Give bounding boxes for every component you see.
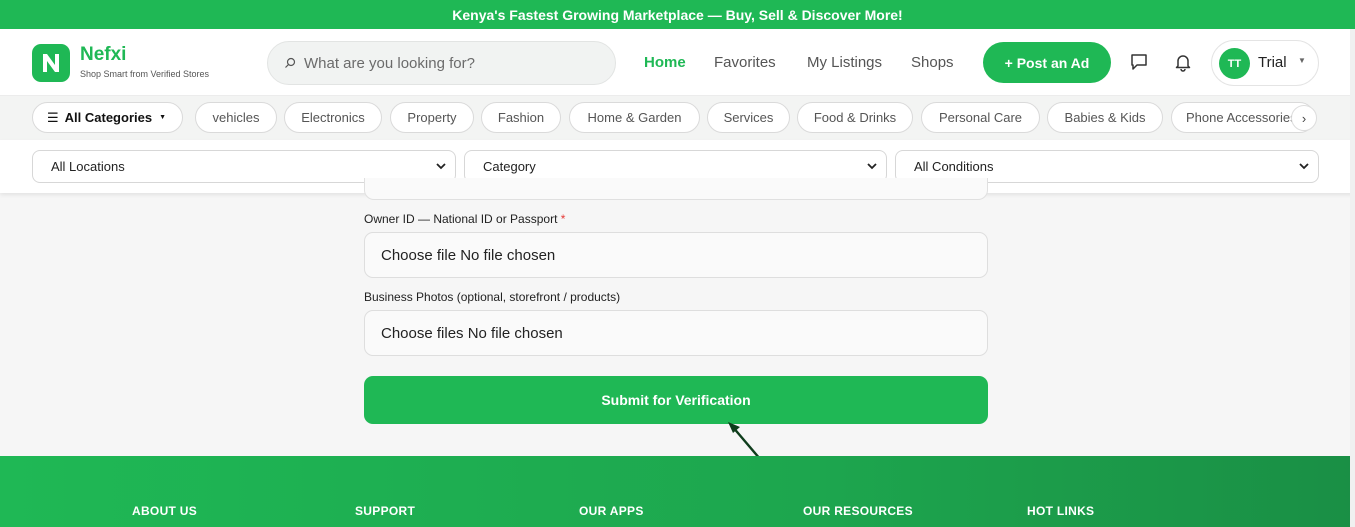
required-marker: * — [560, 212, 566, 226]
previous-field[interactable] — [364, 178, 988, 200]
menu-icon: ☰ — [47, 109, 59, 125]
footer-our-apps: OUR APPS — [579, 504, 644, 518]
owner-id-label-text: Owner ID — National ID or Passport — [364, 212, 558, 226]
chat-icon[interactable] — [1129, 52, 1149, 72]
category-bar: ☰ All Categories ▼ vehicles Electronics … — [0, 96, 1355, 140]
footer-about-us: ABOUT US — [132, 504, 198, 518]
category-pill[interactable]: Food & Drinks — [797, 102, 913, 133]
category-pill[interactable]: vehicles — [195, 102, 277, 133]
business-photos-label: Business Photos (optional, storefront / … — [364, 290, 621, 304]
nav-shops[interactable]: Shops — [911, 54, 954, 71]
all-categories-label: All Categories — [64, 110, 153, 125]
category-pill[interactable]: Property — [390, 102, 474, 133]
search-icon — [285, 57, 296, 68]
chevron-down-icon — [1299, 163, 1309, 170]
bell-icon[interactable] — [1173, 52, 1193, 72]
site-header: Nefxi Shop Smart from Verified Stores Ho… — [0, 29, 1355, 96]
avatar: TT — [1219, 48, 1250, 79]
condition-select-value: All Conditions — [914, 159, 994, 174]
post-ad-button[interactable]: + Post an Ad — [983, 42, 1111, 83]
promo-banner: Kenya's Fastest Growing Marketplace — Bu… — [0, 0, 1355, 29]
nav-favorites[interactable]: Favorites — [714, 54, 776, 71]
caret-down-icon: ▼ — [159, 114, 167, 121]
category-pill[interactable]: Fashion — [481, 102, 561, 133]
site-footer: ABOUT US SUPPORT OUR APPS OUR RESOURCES … — [0, 456, 1355, 527]
scroll-right-icon[interactable]: › — [1291, 105, 1317, 131]
business-photos-file-input[interactable]: Choose files No file chosen — [364, 310, 988, 356]
category-pill[interactable]: Electronics — [284, 102, 382, 133]
category-pill[interactable]: Babies & Kids — [1047, 102, 1163, 133]
nav-home[interactable]: Home — [644, 54, 686, 71]
user-name: Trial — [1258, 54, 1287, 71]
search-input[interactable] — [304, 54, 594, 72]
caret-down-icon: ▼ — [1298, 56, 1306, 65]
footer-our-resources: OUR RESOURCES — [803, 504, 913, 518]
footer-support: SUPPORT — [355, 504, 416, 518]
category-pill[interactable]: Home & Garden — [569, 102, 700, 133]
nav-my-listings[interactable]: My Listings — [807, 54, 882, 71]
location-select-value: All Locations — [51, 159, 125, 174]
category-select-value: Category — [483, 159, 536, 174]
user-menu[interactable]: TT Trial ▼ — [1211, 40, 1319, 86]
all-categories-button[interactable]: ☰ All Categories ▼ — [32, 102, 183, 133]
owner-id-file-input[interactable]: Choose file No file chosen — [364, 232, 988, 278]
category-pill[interactable]: Personal Care — [921, 102, 1040, 133]
chevron-down-icon — [867, 163, 877, 170]
brand-tagline: Shop Smart from Verified Stores — [80, 69, 210, 79]
chevron-down-icon — [436, 163, 446, 170]
logo-mark[interactable] — [32, 44, 70, 82]
search-bar[interactable] — [267, 41, 616, 85]
brand-name[interactable]: Nefxi — [80, 45, 126, 64]
category-pill[interactable]: Services — [707, 102, 790, 133]
submit-verification-button[interactable]: Submit for Verification — [364, 376, 988, 424]
owner-id-label: Owner ID — National ID or Passport * — [364, 212, 565, 226]
logo-n-icon — [43, 54, 59, 72]
footer-hot-links: HOT LINKS — [1027, 504, 1095, 518]
scrollbar[interactable] — [1350, 29, 1355, 527]
